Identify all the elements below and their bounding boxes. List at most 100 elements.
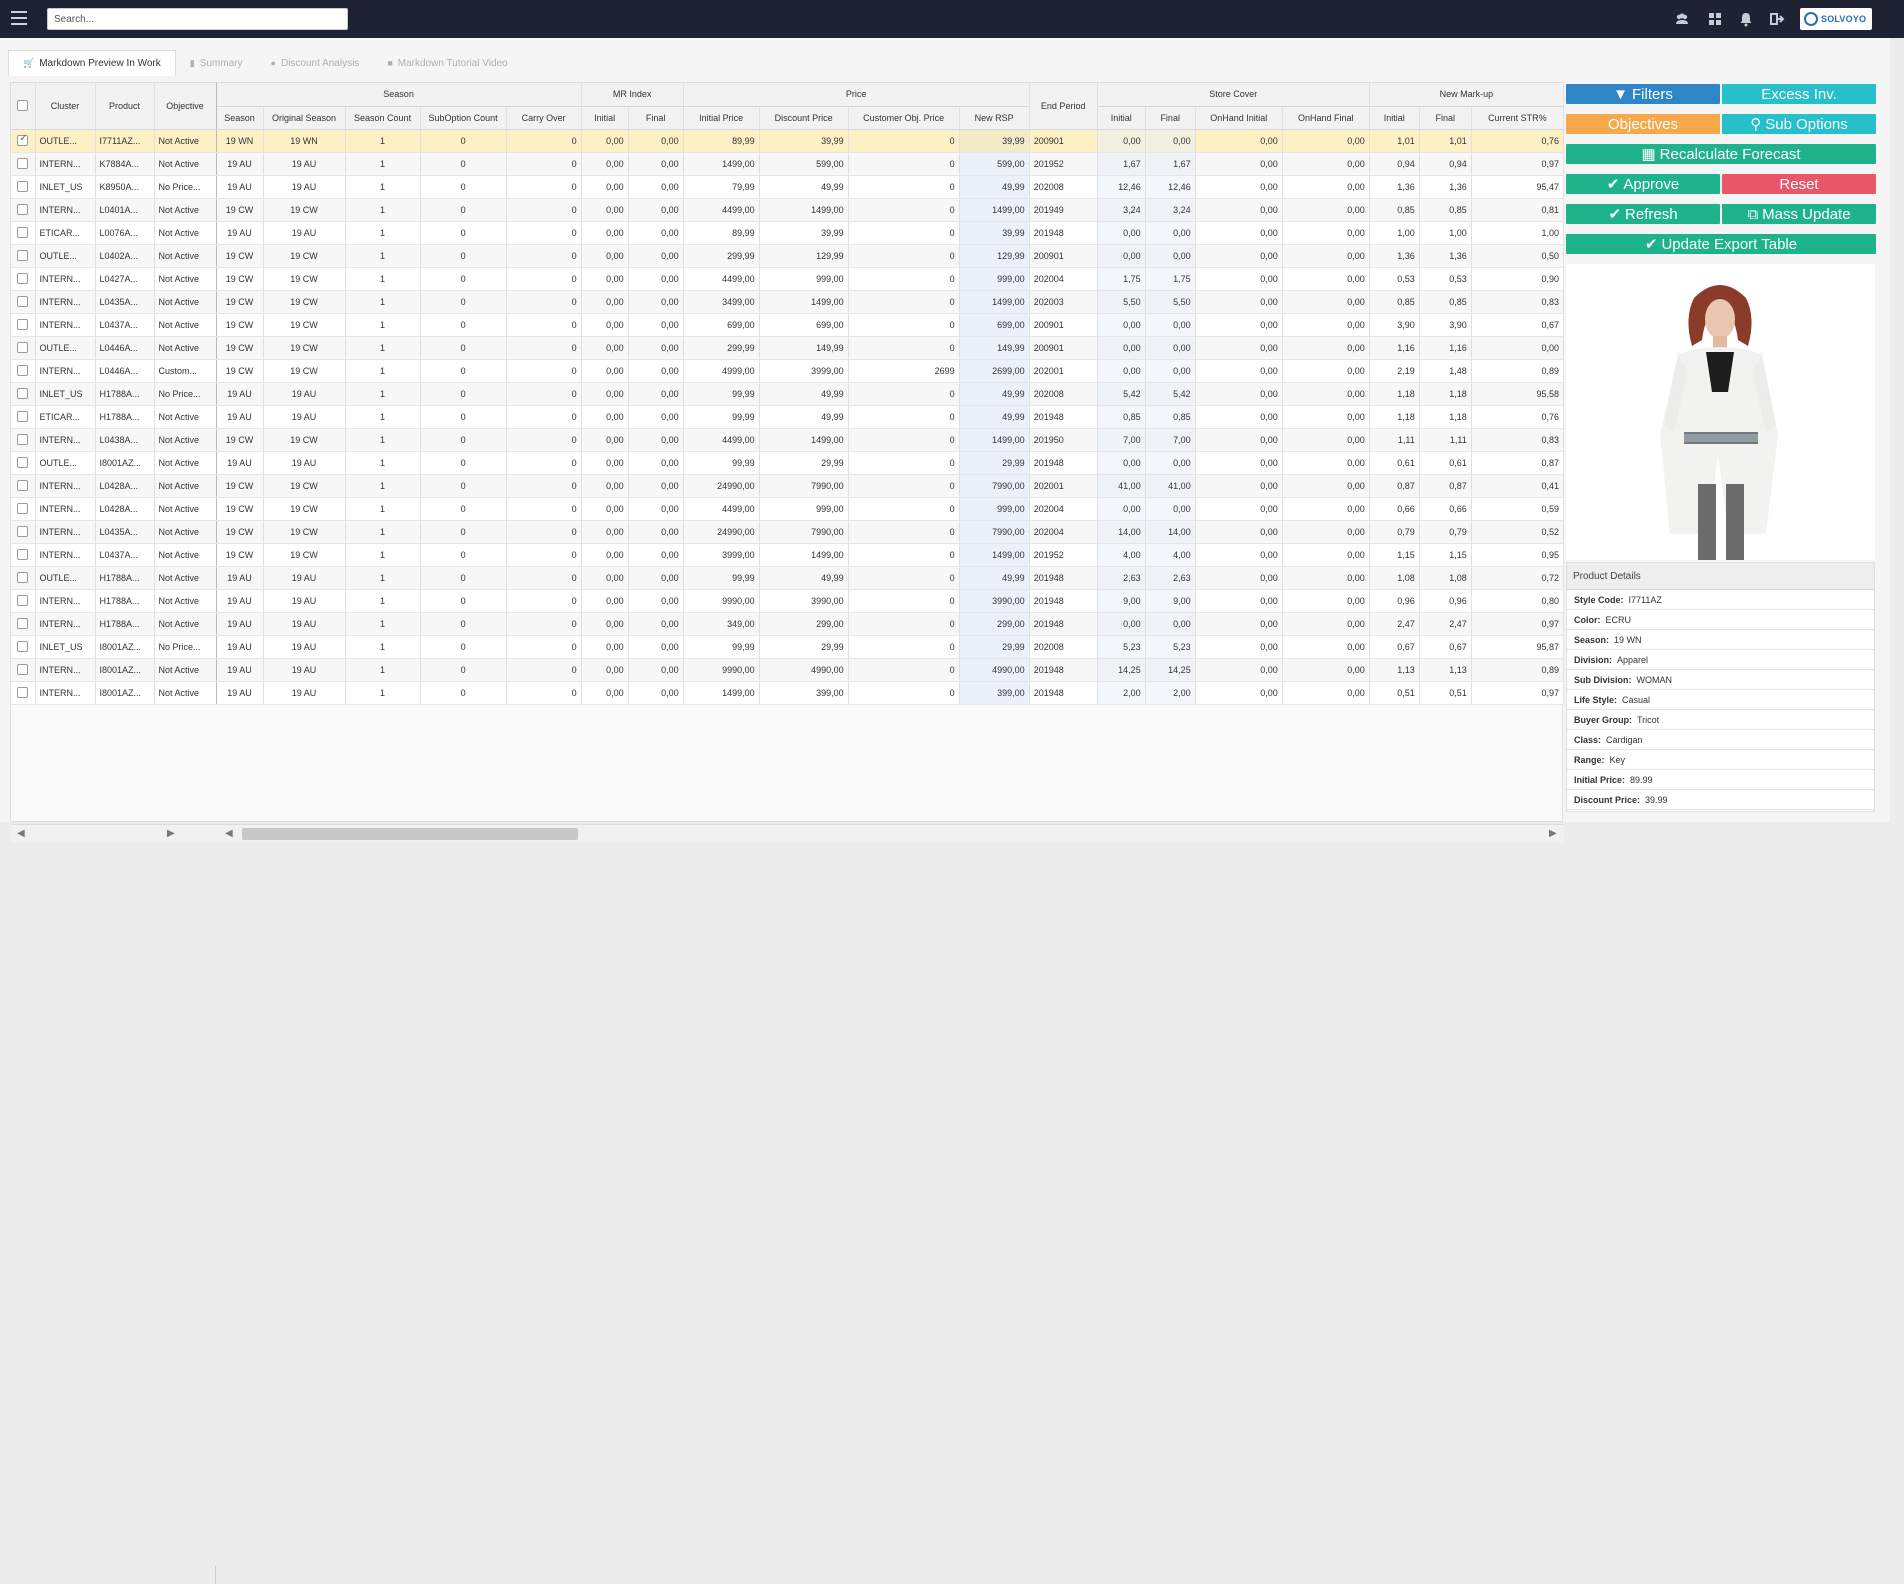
cell-nm-initial[interactable]: 0,67 bbox=[1369, 635, 1420, 659]
cell-sc-initial[interactable]: 0,00 bbox=[1097, 129, 1146, 153]
scrollbar-thumb[interactable] bbox=[242, 828, 578, 840]
cell-season[interactable]: 19 AU bbox=[216, 681, 264, 705]
cell-customer-obj-price[interactable]: 0 bbox=[848, 313, 960, 337]
cell-discount-price[interactable]: 39,99 bbox=[759, 221, 849, 245]
header-season[interactable]: Season bbox=[216, 106, 264, 130]
cell-mr-final[interactable]: 0,00 bbox=[628, 451, 684, 475]
header-onhand-initial[interactable]: OnHand Initial bbox=[1195, 106, 1283, 130]
cell-product[interactable]: L0435A... bbox=[95, 520, 155, 544]
cell-customer-obj-price[interactable]: 0 bbox=[848, 543, 960, 567]
cell-carry-over[interactable]: 0 bbox=[506, 336, 582, 360]
cell-mr-final[interactable]: 0,00 bbox=[628, 474, 684, 498]
cell-customer-obj-price[interactable]: 0 bbox=[848, 589, 960, 613]
cell-carry-over[interactable]: 0 bbox=[506, 359, 582, 383]
cell-carry-over[interactable]: 0 bbox=[506, 405, 582, 429]
cell-end-period[interactable]: 202008 bbox=[1029, 175, 1098, 199]
cell-onhand-initial[interactable]: 0,00 bbox=[1195, 635, 1283, 659]
cell-sc-initial[interactable]: 0,00 bbox=[1097, 497, 1146, 521]
cell-discount-price[interactable]: 699,00 bbox=[759, 313, 849, 337]
cell-initial-price[interactable]: 3999,00 bbox=[683, 543, 760, 567]
cell-initial-price[interactable]: 89,99 bbox=[683, 221, 760, 245]
cell-original-season[interactable]: 19 AU bbox=[263, 612, 346, 636]
cell-sc-initial[interactable]: 5,50 bbox=[1097, 290, 1146, 314]
row-checkbox[interactable] bbox=[17, 181, 29, 193]
cell-customer-obj-price[interactable]: 0 bbox=[848, 267, 960, 291]
cell-new-rsp[interactable]: 49,99 bbox=[959, 382, 1030, 406]
cell-customer-obj-price[interactable]: 0 bbox=[848, 566, 960, 590]
tab-markdown-preview[interactable]: 🛒 Markdown Preview In Work bbox=[8, 50, 176, 76]
cell-customer-obj-price[interactable]: 0 bbox=[848, 474, 960, 498]
cell-onhand-initial[interactable]: 0,00 bbox=[1195, 566, 1283, 590]
header-customer-obj-price[interactable]: Customer Obj. Price bbox=[848, 106, 960, 130]
cell-season-count[interactable]: 1 bbox=[345, 175, 421, 199]
cell-onhand-initial[interactable]: 0,00 bbox=[1195, 612, 1283, 636]
cell-sc-initial[interactable]: 1,67 bbox=[1097, 152, 1146, 176]
cell-customer-obj-price[interactable]: 0 bbox=[848, 497, 960, 521]
cell-nm-initial[interactable]: 0,66 bbox=[1369, 497, 1420, 521]
cell-nm-initial[interactable]: 1,18 bbox=[1369, 405, 1420, 429]
cell-mr-final[interactable]: 0,00 bbox=[628, 382, 684, 406]
cell-mr-initial[interactable]: 0,00 bbox=[581, 520, 629, 544]
tab-tutorial-video[interactable]: ■ Markdown Tutorial Video bbox=[373, 50, 521, 76]
cell-original-season[interactable]: 19 AU bbox=[263, 635, 346, 659]
hamburger-menu-icon[interactable] bbox=[11, 11, 27, 25]
cell-season-count[interactable]: 1 bbox=[345, 474, 421, 498]
cell-onhand-initial[interactable]: 0,00 bbox=[1195, 658, 1283, 682]
cell-original-season[interactable]: 19 CW bbox=[263, 244, 346, 268]
table-row[interactable]: INTERN... L0438A... Not Active 19 CW 19 CW 1 0… bbox=[11, 428, 1565, 452]
cell-objective[interactable]: Not Active bbox=[154, 221, 217, 245]
cell-onhand-final[interactable]: 0,00 bbox=[1282, 382, 1370, 406]
cell-season[interactable]: 19 AU bbox=[216, 152, 264, 176]
cell-onhand-final[interactable]: 0,00 bbox=[1282, 290, 1370, 314]
cell-cluster[interactable]: INLET_US bbox=[35, 635, 96, 659]
cell-carry-over[interactable]: 0 bbox=[506, 428, 582, 452]
cell-new-rsp[interactable]: 149,99 bbox=[959, 336, 1030, 360]
cell-objective[interactable]: Not Active bbox=[154, 129, 217, 153]
cell-carry-over[interactable]: 0 bbox=[506, 589, 582, 613]
cell-nm-final[interactable]: 1,18 bbox=[1419, 405, 1472, 429]
cell-nm-initial[interactable]: 1,18 bbox=[1369, 382, 1420, 406]
cell-nm-initial[interactable]: 1,36 bbox=[1369, 244, 1420, 268]
cell-onhand-initial[interactable]: 0,00 bbox=[1195, 198, 1283, 222]
cell-sc-initial[interactable]: 0,00 bbox=[1097, 221, 1146, 245]
header-product[interactable]: Product bbox=[95, 83, 155, 130]
cell-onhand-initial[interactable]: 0,00 bbox=[1195, 497, 1283, 521]
cell-original-season[interactable]: 19 CW bbox=[263, 543, 346, 567]
cell-cluster[interactable]: INLET_US bbox=[35, 382, 96, 406]
cell-discount-price[interactable]: 1499,00 bbox=[759, 198, 849, 222]
cell-product[interactable]: L0437A... bbox=[95, 543, 155, 567]
cell-end-period[interactable]: 202004 bbox=[1029, 497, 1098, 521]
cell-cluster[interactable]: INTERN... bbox=[35, 681, 96, 705]
cell-original-season[interactable]: 19 CW bbox=[263, 359, 346, 383]
cell-sc-initial[interactable]: 0,00 bbox=[1097, 451, 1146, 475]
cell-carry-over[interactable]: 0 bbox=[506, 152, 582, 176]
cell-product[interactable]: L0437A... bbox=[95, 313, 155, 337]
cell-season-count[interactable]: 1 bbox=[345, 152, 421, 176]
cell-cluster[interactable]: INTERN... bbox=[35, 474, 96, 498]
cell-nm-initial[interactable]: 1,13 bbox=[1369, 658, 1420, 682]
cell-mr-initial[interactable]: 0,00 bbox=[581, 543, 629, 567]
cell-season-count[interactable]: 1 bbox=[345, 635, 421, 659]
cell-new-rsp[interactable]: 2699,00 bbox=[959, 359, 1030, 383]
cell-mr-initial[interactable]: 0,00 bbox=[581, 359, 629, 383]
row-checkbox[interactable] bbox=[17, 342, 29, 354]
cell-mr-final[interactable]: 0,00 bbox=[628, 336, 684, 360]
cell-initial-price[interactable]: 349,00 bbox=[683, 612, 760, 636]
table-row[interactable]: INTERN... L0428A... Not Active 19 CW 19 CW 1 0… bbox=[11, 497, 1565, 521]
tab-summary[interactable]: ▮ Summary bbox=[176, 50, 257, 76]
cell-mr-final[interactable]: 0,00 bbox=[628, 428, 684, 452]
cell-mr-final[interactable]: 0,00 bbox=[628, 612, 684, 636]
cell-current-str[interactable]: 0,83 bbox=[1471, 428, 1565, 452]
cell-sc-initial[interactable]: 3,24 bbox=[1097, 198, 1146, 222]
cell-mr-initial[interactable]: 0,00 bbox=[581, 175, 629, 199]
cell-discount-price[interactable]: 999,00 bbox=[759, 497, 849, 521]
cell-onhand-final[interactable]: 0,00 bbox=[1282, 589, 1370, 613]
cell-objective[interactable]: Custom... bbox=[154, 359, 217, 383]
row-checkbox[interactable] bbox=[17, 158, 29, 170]
cell-sc-initial[interactable]: 2,63 bbox=[1097, 566, 1146, 590]
cell-objective[interactable]: Not Active bbox=[154, 336, 217, 360]
cell-onhand-final[interactable]: 0,00 bbox=[1282, 129, 1370, 153]
cell-current-str[interactable]: 0,87 bbox=[1471, 451, 1565, 475]
cell-original-season[interactable]: 19 AU bbox=[263, 589, 346, 613]
cell-end-period[interactable]: 201948 bbox=[1029, 451, 1098, 475]
